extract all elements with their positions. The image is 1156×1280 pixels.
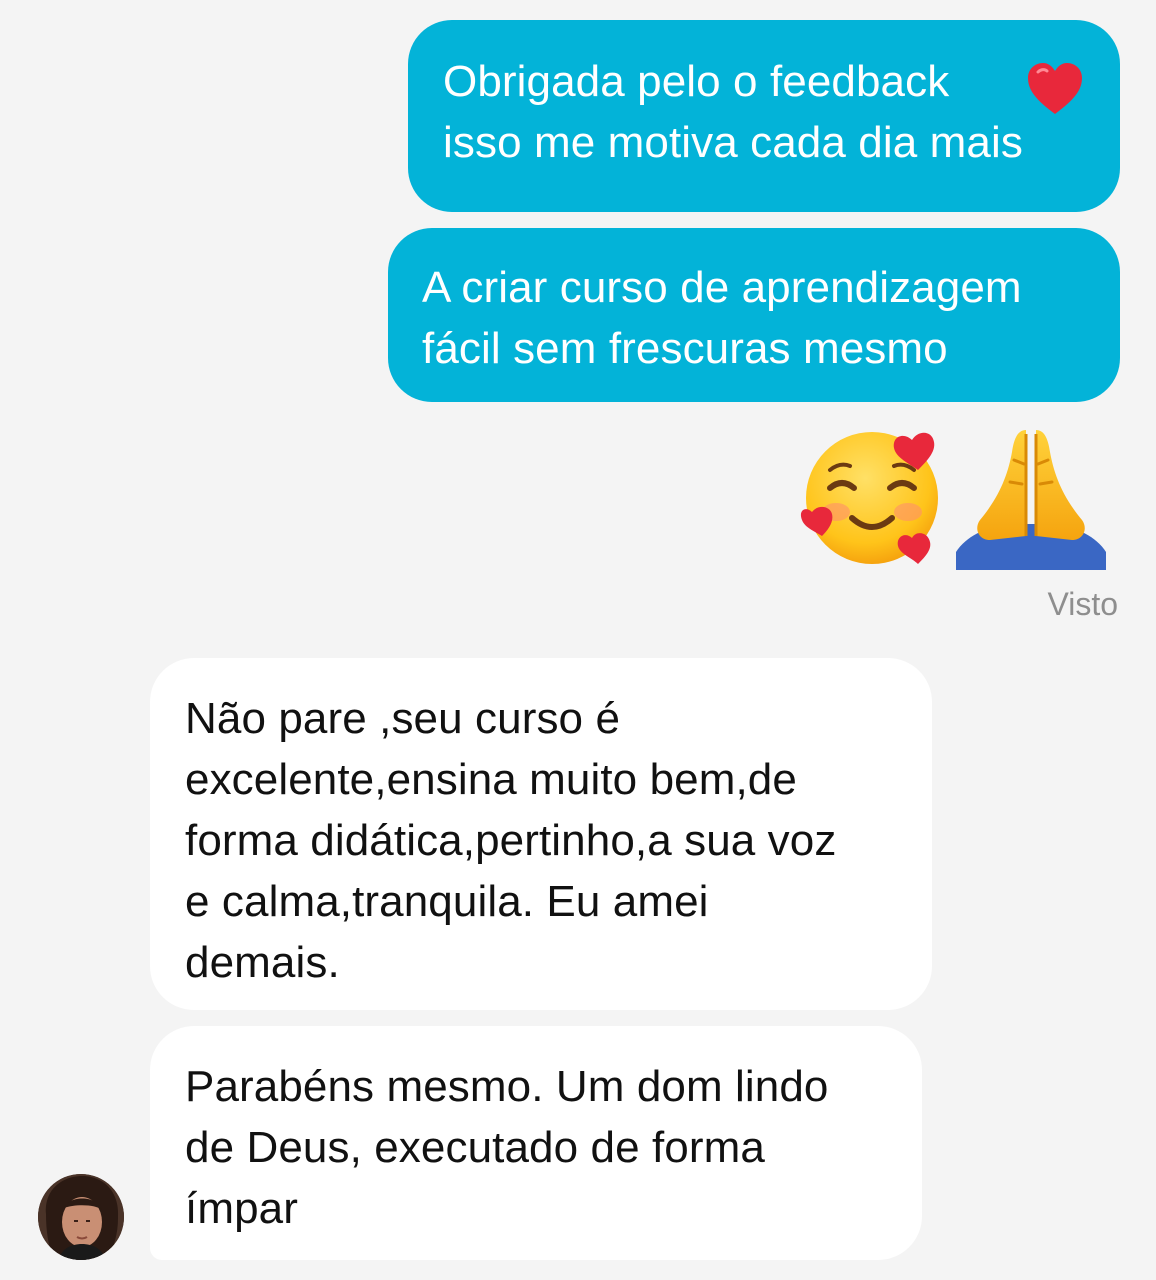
received-message-bubble[interactable]: Parabéns mesmo. Um dom lindo de Deus, ex…: [150, 1026, 922, 1260]
emoji-message[interactable]: [800, 420, 1110, 580]
smiling-face-with-hearts-icon: [800, 432, 938, 564]
received-message-bubble[interactable]: Não pare ,seu curso é excelente,ensina m…: [150, 658, 932, 1010]
message-text: Parabéns mesmo. Um dom lindo de Deus, ex…: [185, 1062, 829, 1233]
folded-hands-icon: [956, 430, 1106, 570]
message-text: A criar curso de aprendizagem fácil sem …: [422, 263, 1022, 373]
profile-photo: [38, 1174, 124, 1260]
sent-message-bubble[interactable]: Obrigada pelo o feedback isso me motiva …: [408, 20, 1120, 212]
message-text: Obrigada pelo o feedback isso me motiva …: [443, 57, 1023, 167]
seen-status: Visto: [1047, 586, 1118, 622]
sent-message-bubble[interactable]: A criar curso de aprendizagem fácil sem …: [388, 228, 1120, 402]
message-text: Não pare ,seu curso é excelente,ensina m…: [185, 694, 837, 987]
sender-avatar[interactable]: [38, 1174, 124, 1260]
red-heart-icon: [1028, 63, 1082, 114]
